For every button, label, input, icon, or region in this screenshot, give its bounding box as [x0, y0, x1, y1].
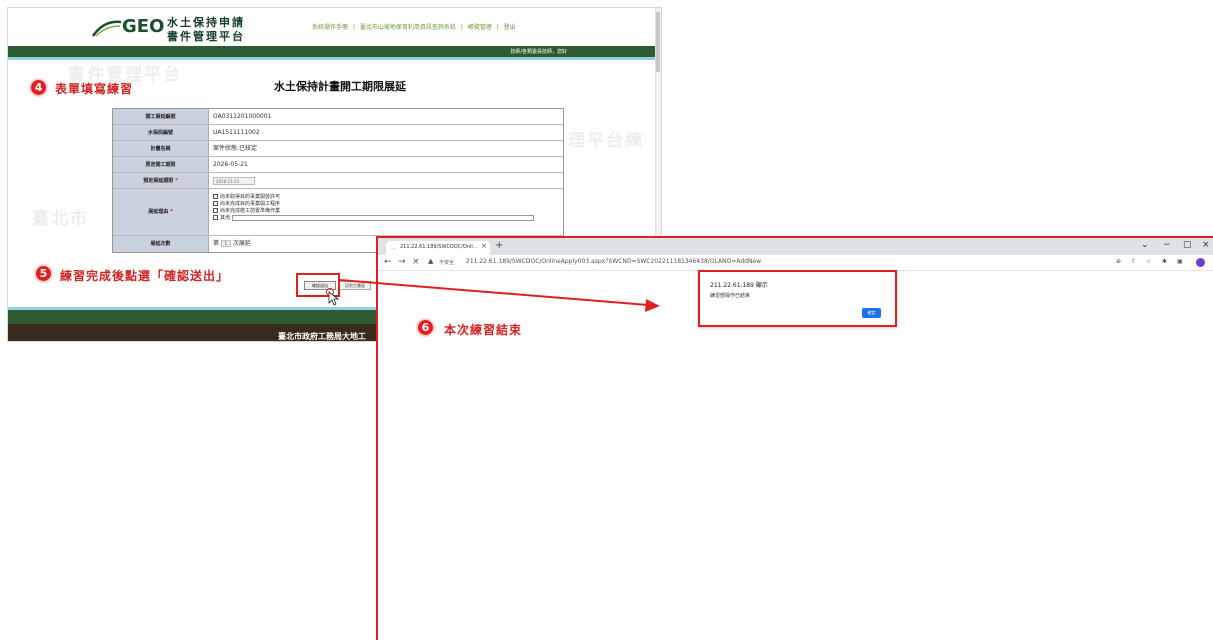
address-bar[interactable]: ▲ 不安全 211.22.61.189/SWCDOC/OnlineApply00… [428, 257, 1100, 269]
checkbox-icon[interactable] [213, 201, 218, 206]
share-icon[interactable]: ⇪ [1131, 258, 1136, 265]
mountain-logo-icon [92, 20, 122, 37]
field-label: 開工展延編號 [113, 109, 209, 124]
site-header: GEO 水土保持申請 書件管理平台 系統操作手冊 | 臺北市山坡地保育利用資訊查… [8, 8, 661, 46]
other-reason-input[interactable] [232, 214, 535, 221]
form-row: 原定開工期限 2026-05-21 [113, 157, 563, 173]
tab-close-icon[interactable]: × [481, 242, 487, 250]
browser-window: ⌄ 211.22.61.189/SWCDOC/Onli... × + ⌄ − ▢… [376, 236, 1213, 640]
maximize-button[interactable]: ▢ [1183, 240, 1192, 250]
form-title: 水土保持計畫開工期限展延 [274, 80, 406, 93]
checkbox-icon[interactable] [213, 215, 218, 220]
form-row: 開工展延編號 OA0311201000001 [113, 109, 563, 125]
watermark-text: 臺北市 [32, 209, 89, 229]
close-window-button[interactable]: × [1202, 240, 1210, 250]
field-label-text: 預定展延期限 [143, 178, 174, 184]
site-logo[interactable]: GEO 水土保持申請 書件管理平台 [92, 12, 262, 44]
tab-strip: ⌄ 211.22.61.189/SWCDOC/Onli... × + ⌄ − ▢… [378, 238, 1213, 255]
checkbox-label: 其他 [220, 214, 231, 221]
link-separator: | [352, 24, 355, 31]
plan-name-value: 案件狀態:已核定 [213, 145, 258, 152]
browser-tab[interactable]: ⌄ 211.22.61.189/SWCDOC/Onli... × [386, 241, 490, 255]
footer-text: 臺北市政府工務局大地工 [278, 332, 366, 341]
checkbox-icon[interactable] [213, 194, 218, 199]
bureau-number-value: UA1511111002 [213, 129, 260, 136]
scrollbar-thumb[interactable] [656, 12, 660, 72]
minimize-button[interactable]: − [1163, 240, 1171, 250]
link-slope-system[interactable]: 臺北市山坡地保育利用資訊查詢系統 [360, 24, 456, 31]
case-number-value: OA0311201000001 [213, 113, 272, 120]
reason-options: 尚未取得目的事業開發許可 尚未完成目的事業開工程序 尚未完成施工前置準備作業 其… [209, 189, 563, 235]
field-label: 水保局編號 [113, 125, 209, 140]
step-6-label: 本次練習結束 [444, 323, 523, 337]
form-row: 計畫名稱 案件狀態:已核定 [113, 141, 563, 157]
step-5-label: 練習完成後點選「確認送出」 [60, 269, 230, 283]
watermark-text: 理平台練 [568, 131, 644, 151]
times-prefix: 第 [213, 240, 220, 247]
url-text: 211.22.61.189/SWCDOC/OnlineApply003.aspx… [466, 258, 762, 265]
link-manual[interactable]: 系統操作手冊 [312, 24, 348, 31]
form-row: 水保局編號 UA1511111002 [113, 125, 563, 141]
field-label-required: 展延理由 * [113, 189, 209, 235]
logo-title-line2: 書件管理平台 [167, 30, 245, 43]
insecure-label: 不安全 [439, 260, 455, 266]
user-greeting: 技師/各類委員技師，您好 [510, 49, 567, 55]
link-separator: | [496, 24, 499, 31]
new-tab-button[interactable]: + [495, 240, 503, 251]
original-date-value: 2026-05-21 [213, 161, 248, 168]
extended-date-input[interactable]: 2026-11-21 [213, 176, 255, 185]
warning-icon: ▲ [428, 257, 434, 265]
loading-icon: ⌄ [392, 245, 397, 251]
checkbox-icon[interactable] [213, 208, 218, 213]
extension-form-table: 開工展延編號 OA0311201000001 水保局編號 UA151111100… [112, 108, 564, 253]
tab-search-icon[interactable]: ⌄ [1141, 240, 1149, 250]
step-5-badge: 5 [34, 264, 53, 283]
sidepanel-icon[interactable]: ▣ [1177, 258, 1183, 265]
tab-title: 211.22.61.189/SWCDOC/Onli... [400, 244, 478, 250]
required-mark: * [170, 209, 173, 215]
times-input[interactable]: 1 [220, 240, 231, 247]
dialog-ok-button[interactable]: 確定 [862, 308, 881, 318]
back-to-main-button[interactable]: 回到主畫面 [339, 281, 371, 290]
field-label-required: 預定展延期限 * [113, 173, 209, 188]
profile-avatar[interactable] [1196, 258, 1205, 267]
field-label-text: 展延理由 [148, 209, 169, 215]
link-logout[interactable]: 登出 [504, 24, 516, 31]
dialog-message: 練習部操作已結束 [710, 293, 751, 299]
field-label: 展延次數 [113, 236, 209, 252]
zoom-icon[interactable]: ⊕ [1116, 258, 1121, 265]
forward-arrow-icon[interactable]: → [398, 257, 406, 267]
times-suffix: 次展延 [232, 240, 251, 247]
reason-other[interactable]: 其他 [213, 214, 563, 221]
alert-dialog: 211.22.61.189 顯示 練習部操作已結束 確定 [698, 270, 897, 327]
extensions-icon[interactable]: ✱ [1162, 258, 1167, 265]
reason-checkbox[interactable]: 尚未完成施工前置準備作業 [213, 207, 563, 214]
dialog-origin: 211.22.61.189 顯示 [710, 282, 768, 289]
cursor-pointer-icon [326, 288, 340, 306]
form-row: 預定展延期限 * 2026-11-21 [113, 173, 563, 189]
required-mark: * [175, 178, 178, 184]
top-links: 系統操作手冊 | 臺北市山坡地保育利用資訊查詢系統 | 帳號管理 | 登出 [312, 22, 519, 31]
nav-bar: 技師/各類委員技師，您好 [8, 46, 661, 57]
field-label: 計畫名稱 [113, 141, 209, 156]
logo-geo-text: GEO [122, 16, 165, 37]
form-row: 展延理由 * 尚未取得目的事業開發許可 尚未完成目的事業開工程序 尚未完成施工前… [113, 189, 563, 236]
step-4-badge: 4 [29, 78, 48, 97]
tutorial-composite: GEO 水土保持申請 書件管理平台 系統操作手冊 | 臺北市山坡地保育利用資訊查… [0, 0, 1213, 640]
back-arrow-icon[interactable]: ← [384, 257, 392, 267]
field-value: 2026-11-21 [209, 173, 563, 188]
link-account[interactable]: 帳號管理 [468, 24, 492, 31]
stop-icon[interactable]: × [412, 257, 420, 267]
link-separator: | [460, 24, 463, 31]
field-label: 原定開工期限 [113, 157, 209, 172]
browser-toolbar: ← → × ▲ 不安全 211.22.61.189/SWCDOC/OnlineA… [378, 255, 1213, 271]
step-4-label: 表單填寫練習 [55, 82, 134, 96]
bookmark-star-icon[interactable]: ☆ [1146, 258, 1151, 265]
step-6-badge: 6 [416, 318, 435, 337]
